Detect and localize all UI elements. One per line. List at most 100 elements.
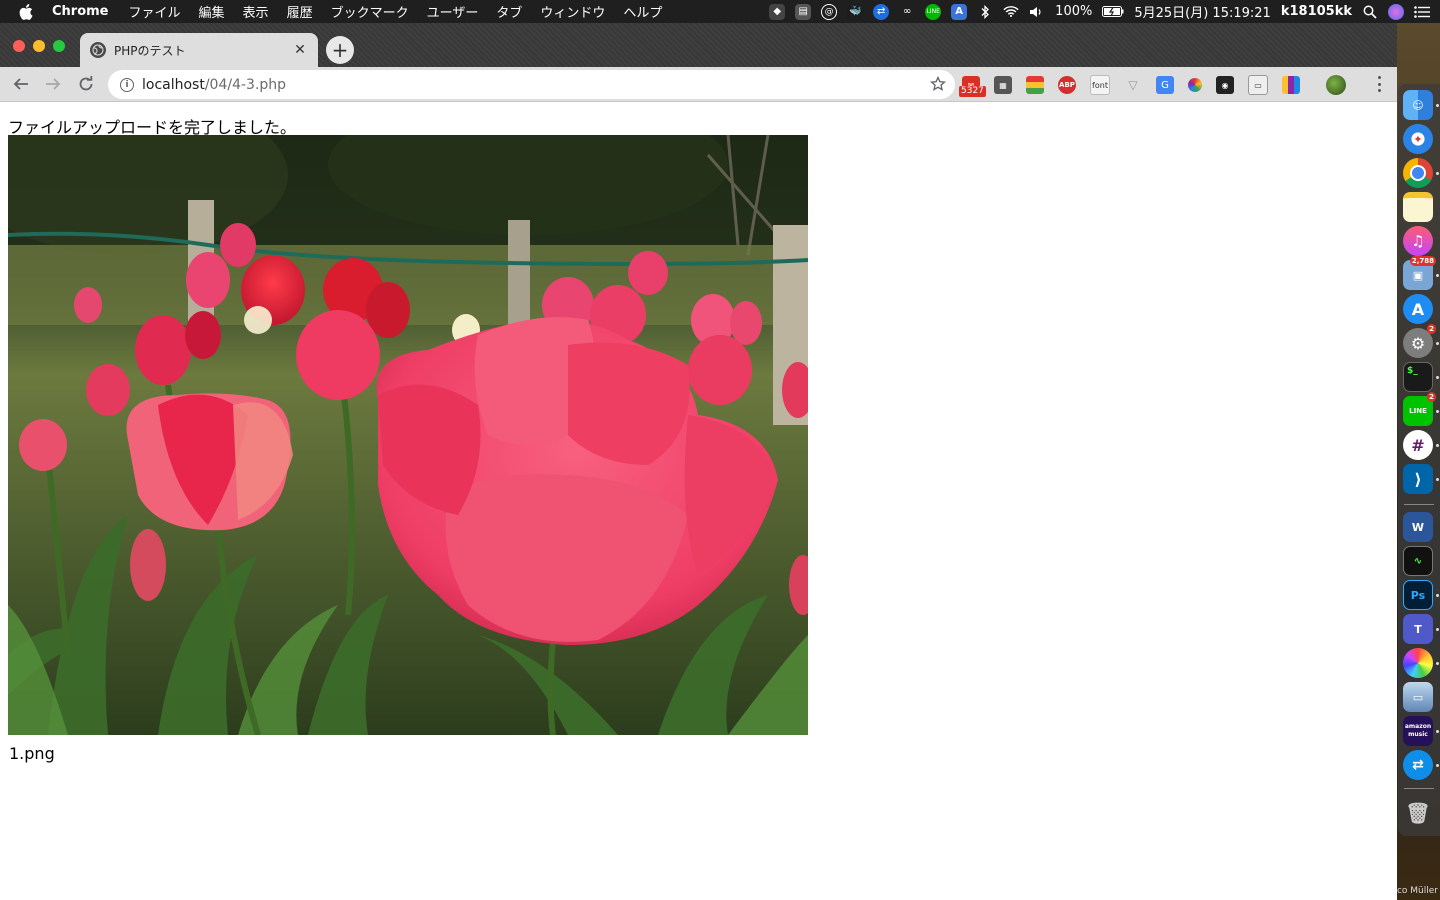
browser-toolbar: i localhost/04/4-3.php ✉ 5327 ▦ ABP font … <box>0 67 1397 102</box>
menu-help[interactable]: ヘルプ <box>623 2 662 21</box>
teamviewer-icon[interactable]: ⇄ <box>873 3 890 20</box>
teams-icon[interactable]: T <box>1403 614 1433 644</box>
notes-icon[interactable] <box>1403 192 1433 222</box>
vscode-icon[interactable]: ⟩ <box>1403 464 1433 494</box>
siri-icon[interactable] <box>1388 3 1404 20</box>
menu-edit[interactable]: 編集 <box>199 2 225 21</box>
uploaded-file-name: 1.png <box>9 744 55 763</box>
dock-separator-trash <box>1404 788 1434 789</box>
url-path: /04/4-3.php <box>204 76 287 93</box>
clipboard-icon[interactable]: ▤ <box>795 3 812 20</box>
whatfont-extension-icon[interactable]: font <box>1090 75 1110 95</box>
color-palette-extension-icon[interactable] <box>1026 76 1044 94</box>
desktop-wallpaper-caption: co Müller <box>1396 886 1438 896</box>
teamviewer-running-indicator <box>1436 764 1439 767</box>
menubar-status-area: ◆ ▤ @ 🐳 ⇄ ∞ LINE A 100% 5月25日(月) 15:19:2… <box>769 0 1430 23</box>
chrome-running-indicator <box>1436 172 1439 175</box>
site-info-icon[interactable]: i <box>120 77 134 92</box>
battery-icon[interactable] <box>1102 4 1124 20</box>
app-store-icon[interactable]: A <box>1403 294 1433 324</box>
slack-icon[interactable]: # <box>1403 430 1433 460</box>
adblock-plus-icon[interactable]: ABP <box>1058 76 1076 94</box>
amazon-music-running-indicator <box>1436 730 1439 733</box>
activity-monitor-icon[interactable]: ∿ <box>1403 546 1433 576</box>
window-resizer-icon[interactable]: ▭ <box>1248 75 1268 95</box>
menu-file[interactable]: ファイル <box>129 2 181 21</box>
menu-people[interactable]: ユーザー <box>427 2 479 21</box>
menu-view[interactable]: 表示 <box>243 2 269 21</box>
volume-icon[interactable] <box>1029 4 1045 20</box>
photoshop-running-indicator <box>1436 594 1439 597</box>
reader-extension-icon[interactable]: ▦ <box>994 76 1012 94</box>
gmail-checker-icon[interactable]: ✉ 5327 <box>959 76 986 97</box>
photoshop-icon[interactable]: Ps <box>1403 580 1433 610</box>
new-tab-button[interactable]: + <box>326 36 354 64</box>
line-app-icon[interactable]: LINE 2 <box>1403 392 1436 426</box>
teamviewer-dock-icon[interactable]: ⇄ <box>1403 750 1433 780</box>
docker-icon[interactable]: 🐳 <box>847 3 864 20</box>
system-preferences-icon[interactable]: ⚙ 2 <box>1403 324 1436 358</box>
tab-close-icon[interactable]: ✕ <box>292 42 308 58</box>
line-running-indicator <box>1436 410 1439 413</box>
teams-running-indicator <box>1436 628 1439 631</box>
image-capture-icon[interactable]: ▭ <box>1403 682 1433 712</box>
forward-button[interactable] <box>42 73 64 95</box>
menu-history[interactable]: 履歴 <box>287 2 313 21</box>
menu-window[interactable]: ウィンドウ <box>540 2 605 21</box>
vue-devtools-icon[interactable]: ▽ <box>1124 76 1142 94</box>
google-translate-icon[interactable]: G <box>1156 76 1174 94</box>
bear-icon[interactable]: ◆ <box>769 3 786 20</box>
battery-percentage[interactable]: 100% <box>1055 4 1092 19</box>
chart-extension-icon[interactable] <box>1282 76 1300 94</box>
window-fullscreen-button[interactable] <box>53 40 65 52</box>
bookmark-star-icon[interactable] <box>929 75 947 93</box>
terminal-icon[interactable]: $_ <box>1403 362 1433 392</box>
creative-cloud-icon[interactable]: ∞ <box>899 3 916 20</box>
bluetooth-icon[interactable] <box>977 4 993 20</box>
preview-icon[interactable]: ▣ 2,788 <box>1403 256 1436 290</box>
window-minimize-button[interactable] <box>33 40 45 52</box>
profile-avatar[interactable] <box>1326 75 1346 95</box>
safari-icon[interactable]: ✦ <box>1403 124 1433 154</box>
address-bar[interactable]: i localhost/04/4-3.php <box>108 70 955 99</box>
chrome-window: PHPのテスト ✕ + i localhost/04/4-3.php ✉ 5327… <box>0 23 1397 900</box>
globe-icon <box>90 42 106 58</box>
window-close-button[interactable] <box>13 40 25 52</box>
music-icon[interactable]: ♫ <box>1403 226 1433 256</box>
browser-tab-active[interactable]: PHPのテスト ✕ <box>80 33 318 67</box>
trash-icon[interactable]: 🗑 <box>1403 798 1433 828</box>
macos-dock: ☺ ✦ ♫ ▣ 2,788 A ⚙ 2 $_ LINE 2 # ⟩ W ∿ Ps T … <box>1398 84 1440 836</box>
preview-running-indicator <box>1436 274 1439 277</box>
color-picker-extension-icon[interactable] <box>1188 78 1202 92</box>
menu-tab[interactable]: タブ <box>496 2 522 21</box>
line-icon[interactable]: LINE <box>925 3 942 20</box>
screenshot-extension-icon[interactable]: ◉ <box>1216 76 1234 94</box>
menubar-user-name[interactable]: k18105kk <box>1281 4 1352 19</box>
notification-center-icon[interactable] <box>1414 4 1430 20</box>
vscode-running-indicator <box>1436 478 1439 481</box>
menubar-app-name[interactable]: Chrome <box>52 4 109 19</box>
at-sign-icon[interactable]: @ <box>821 3 838 20</box>
macos-menubar: Chrome ファイル 編集 表示 履歴 ブックマーク ユーザー タブ ウィンド… <box>0 0 1440 23</box>
back-button[interactable] <box>10 73 32 95</box>
line-badge: 2 <box>1427 392 1436 402</box>
tab-title: PHPのテスト <box>114 43 186 58</box>
menubar-clock[interactable]: 5月25日(月) 15:19:21 <box>1134 2 1270 21</box>
preview-badge: 2,788 <box>1409 256 1436 266</box>
chrome-menu-button[interactable] <box>1377 76 1381 92</box>
spotlight-search-icon[interactable] <box>1362 4 1378 20</box>
word-icon[interactable]: W <box>1403 512 1433 542</box>
apple-menu-icon[interactable] <box>18 3 34 20</box>
photos-icon[interactable] <box>1403 648 1433 678</box>
uploaded-image <box>8 135 808 735</box>
extensions-area: ✉ 5327 ▦ ABP font ▽ G ◉ ▭ <box>959 72 1346 98</box>
input-source-icon[interactable]: A <box>951 3 968 20</box>
wifi-icon[interactable] <box>1003 4 1019 20</box>
reload-button[interactable] <box>75 73 97 95</box>
chrome-icon[interactable] <box>1403 158 1433 188</box>
slack-running-indicator <box>1436 444 1439 447</box>
finder-icon[interactable]: ☺ <box>1403 90 1433 120</box>
menu-bookmarks[interactable]: ブックマーク <box>331 2 409 21</box>
amazon-music-icon[interactable]: amazon music <box>1403 716 1433 746</box>
settings-badge: 2 <box>1427 324 1436 334</box>
